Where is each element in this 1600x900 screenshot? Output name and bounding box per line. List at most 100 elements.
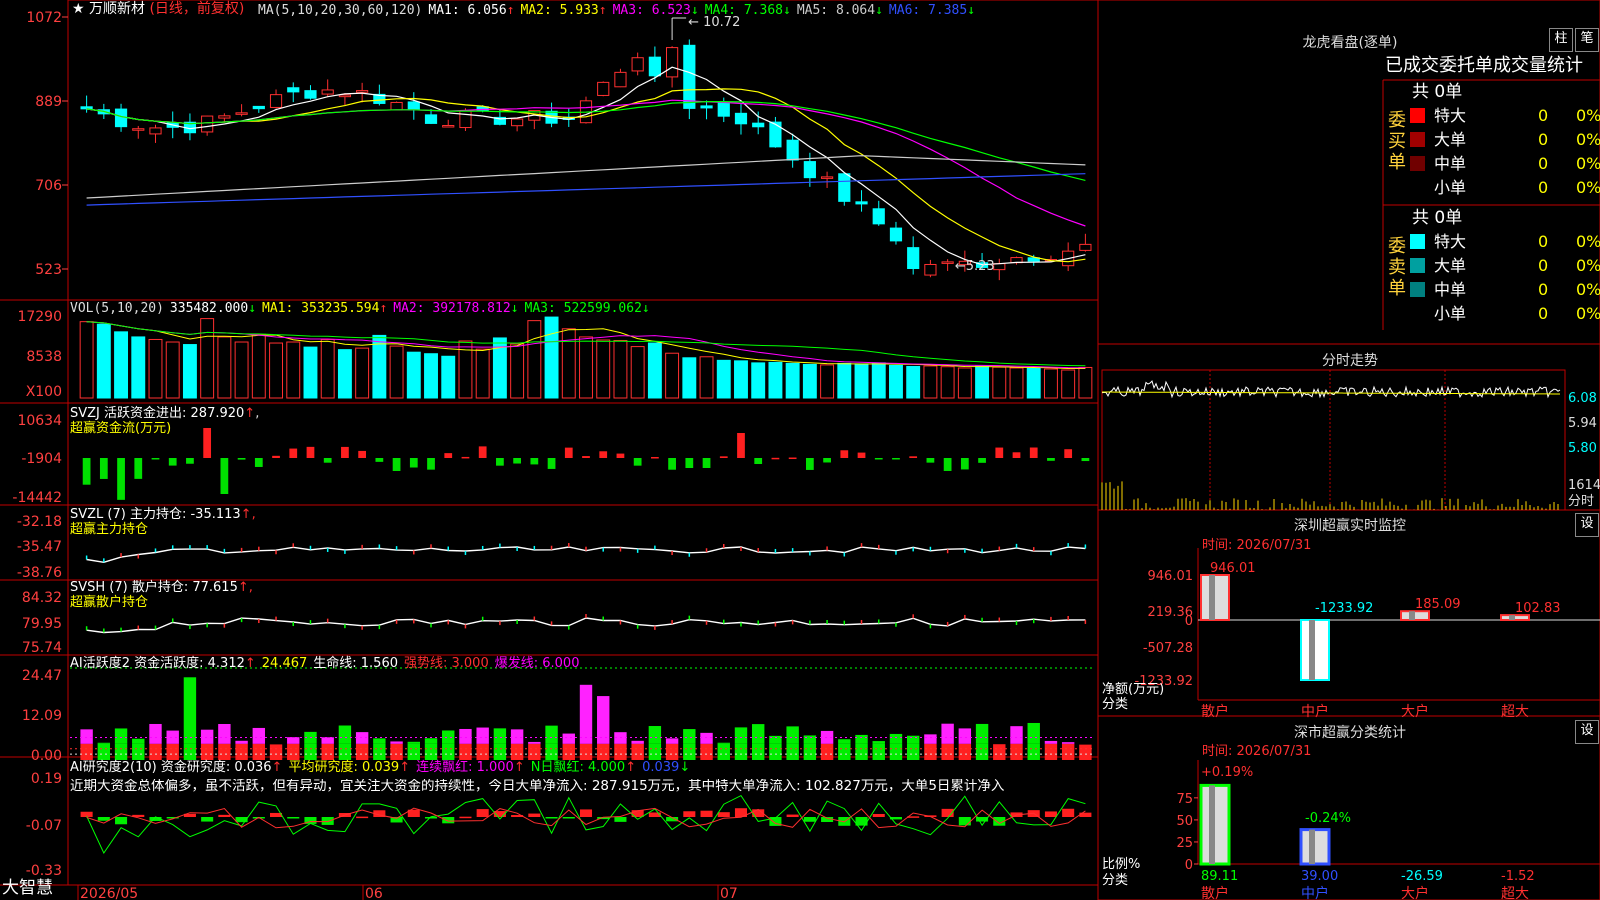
- volume-bar: [647, 342, 662, 399]
- activity-bar: [769, 743, 782, 760]
- activity-bar: [941, 743, 954, 760]
- trend-arrow-icon: ↑: [379, 301, 388, 316]
- stock-mode: (日线，前复权): [149, 1, 245, 17]
- candle-body: [132, 128, 145, 131]
- flow-bar: [909, 456, 918, 458]
- ai1-header: AI活跃度2 资金活跃度: 4.312↑ 24.467 生命线: 1.560 强势线:…: [70, 656, 585, 671]
- color-swatch: [1410, 132, 1425, 147]
- header-value: MA3: 522599.062: [524, 301, 642, 316]
- candle-body: [683, 44, 696, 109]
- volume-bar: [234, 341, 249, 399]
- activity-bar-top: [734, 727, 748, 744]
- header-value: 24.467: [261, 656, 308, 671]
- candle-body: [235, 112, 248, 115]
- monitor-category-label: 散户: [1201, 703, 1229, 720]
- monitor-bar-shade: [1409, 611, 1415, 620]
- stat-label: 大单: [1434, 256, 1467, 275]
- volume-bar: [975, 365, 990, 399]
- trend-arrow-icon: ↑: [271, 760, 283, 775]
- stat-percent: 0%: [1576, 304, 1600, 323]
- candle-body: [666, 47, 679, 78]
- sz-monitor-title: 深圳超赢实时监控: [1294, 518, 1406, 534]
- flow-bar: [599, 451, 608, 458]
- stat-row: 特大 0 0%: [1410, 104, 1600, 128]
- svzj-header: SVZJ 活跃资金进出: 287.920↑, 超赢资金流(万元): [70, 406, 260, 436]
- axis-tick-label: -38.76: [17, 565, 62, 581]
- fenshi-axis-label: 5.80: [1568, 441, 1597, 456]
- activity-bar-top: [562, 733, 575, 744]
- candle-body: [390, 101, 403, 111]
- activity-bar: [924, 743, 937, 760]
- activity-bar: [700, 743, 713, 760]
- tick-view-button[interactable]: 笔: [1575, 28, 1599, 52]
- flow-bar: [341, 446, 349, 458]
- axis-tick-label: 1072: [26, 10, 62, 26]
- color-swatch: [1410, 156, 1425, 171]
- research-bar: [528, 813, 541, 817]
- bar-view-button[interactable]: 柱: [1549, 28, 1573, 52]
- color-swatch: [1410, 108, 1425, 123]
- activity-bar-top: [700, 732, 713, 744]
- axis-tick-label: X100: [26, 384, 62, 400]
- research-bar: [442, 817, 455, 824]
- monitor-value-label: 102.83: [1515, 601, 1561, 616]
- candle-body: [786, 139, 799, 161]
- flow-bar: [892, 458, 900, 460]
- volume-bar: [79, 321, 94, 399]
- sz-monitor-time: 时间: 2026/07/31: [1202, 538, 1312, 553]
- lhb-tabs[interactable]: 已成交委托单成交量统计: [1385, 55, 1583, 77]
- activity-bar: [80, 743, 93, 760]
- sz-monitor-xlabel: 分类: [1102, 697, 1129, 712]
- volume-bar: [889, 364, 903, 399]
- sz-monitor-settings-button[interactable]: 设: [1575, 513, 1599, 537]
- star-icon[interactable]: ★: [72, 1, 85, 17]
- monitor-axis-label: 946.01: [1148, 569, 1194, 584]
- activity-bar: [459, 743, 472, 760]
- research-bar: [356, 816, 369, 819]
- flow-bar: [547, 458, 556, 469]
- flow-bar: [82, 458, 91, 485]
- trend-arrow-icon: ↓: [875, 3, 883, 18]
- volume-bar: [286, 341, 301, 399]
- stat-count: 0: [1538, 256, 1549, 275]
- stat-row: 大单 0 0%: [1410, 128, 1600, 152]
- research-bar: [459, 816, 472, 819]
- candle-body: [356, 90, 369, 93]
- flow-bar: [254, 458, 263, 467]
- candle-body: [269, 94, 283, 108]
- activity-bar-top: [872, 741, 885, 744]
- activity-bar-top: [493, 728, 507, 744]
- research-bar: [218, 814, 231, 817]
- stat-percent: 0%: [1576, 106, 1600, 125]
- activity-bar-top: [114, 728, 128, 744]
- axis-tick-label: 706: [35, 178, 62, 194]
- class-value-label: -26.59: [1401, 869, 1443, 884]
- activity-bar: [752, 743, 765, 760]
- axis-tick-label: 10634: [17, 413, 62, 429]
- axis-tick-label: 75.74: [22, 640, 62, 656]
- activity-bar-top: [528, 741, 541, 744]
- activity-bar-top: [924, 734, 937, 744]
- volume-bar: [596, 339, 611, 399]
- research-bar: [287, 817, 300, 819]
- header-value: N日飘红: 4.000: [530, 760, 626, 775]
- volume-bar: [820, 364, 835, 399]
- research-bar: [579, 809, 593, 817]
- header-value: 连续飘红: 1.000: [416, 760, 514, 775]
- svzl-header: SVZL (7) 主力持仓: -35.113↑, 超赢主力持仓: [70, 507, 256, 537]
- color-swatch: [1410, 258, 1425, 273]
- activity-bar: [476, 743, 489, 760]
- volume-bar: [802, 363, 817, 399]
- activity-bar-top: [579, 684, 593, 744]
- class-bar-shade: [1209, 785, 1215, 864]
- volume-bar: [303, 346, 318, 399]
- research-bar: [562, 817, 575, 819]
- sz-class-settings-button[interactable]: 设: [1575, 720, 1599, 744]
- flow-bar: [702, 458, 711, 468]
- monitor-axis-label: 0: [1185, 614, 1193, 629]
- flow-bar: [685, 458, 694, 468]
- stat-percent: 0%: [1576, 280, 1600, 299]
- activity-bar: [390, 743, 403, 760]
- activity-bar-top: [200, 729, 214, 744]
- volume-bar: [854, 363, 869, 399]
